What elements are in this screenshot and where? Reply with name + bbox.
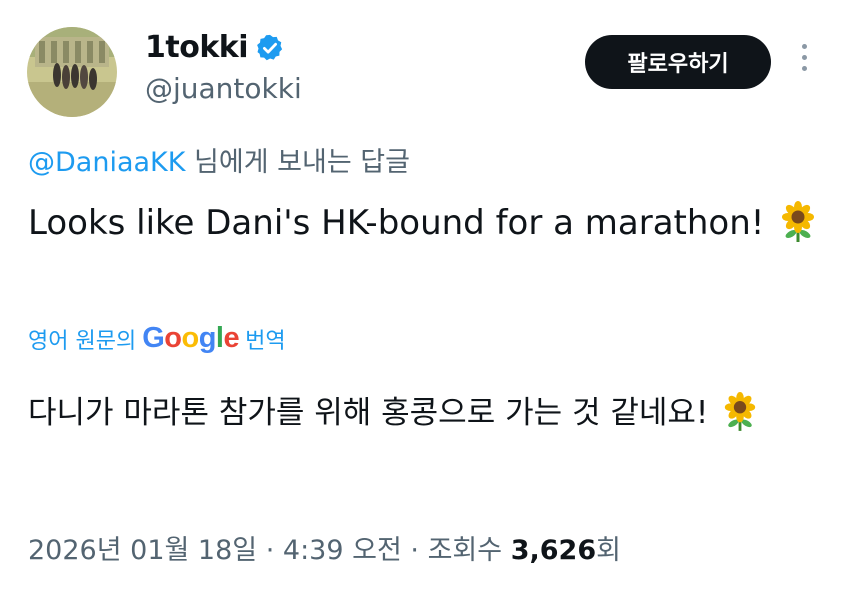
tweet-text: Looks like Dani's HK-bound for a maratho… [28,195,828,259]
google-logo: Google [142,322,240,354]
verified-badge-icon [255,33,285,63]
tweet-meta: 2026년 01월 18일 · 4:39 오전 · 조회수 3,626회 [28,528,621,567]
display-name[interactable]: 1tokki [145,30,249,65]
sunflower-icon [779,200,817,259]
sunflower-icon [722,391,758,450]
tweet-time[interactable]: 4:39 오전 [283,535,402,566]
user-handle[interactable]: @juantokki [145,72,302,105]
tweet-date[interactable]: 2026년 01월 18일 [28,535,257,566]
more-options-icon[interactable] [797,44,811,84]
translation-suffix: 번역 [245,328,286,354]
tweet-body: Looks like Dani's HK-bound for a maratho… [28,203,765,243]
avatar[interactable] [27,27,117,117]
follow-button[interactable]: 팔로우하기 [585,35,771,89]
author-name-row[interactable]: 1tokki [145,30,285,65]
reply-context: @DaniaaKK 님에게 보내는 답글 [28,140,410,179]
meta-separator: · [265,535,275,566]
translated-text: 다니가 마라톤 참가를 위해 홍콩으로 가는 것 같네요! [28,384,828,450]
reply-mention-link[interactable]: @DaniaaKK [28,147,185,178]
translation-attribution[interactable]: 영어 원문의 Google 번역 [28,322,286,355]
reply-suffix: 님에게 보내는 답글 [194,147,410,178]
translation-prefix: 영어 원문의 [28,328,137,354]
views-label: 조회수 [427,535,503,566]
views-count: 3,626 [510,535,597,566]
views-unit: 회 [596,535,621,566]
meta-separator: · [410,535,419,566]
translated-body: 다니가 마라톤 참가를 위해 홍콩으로 가는 것 같네요! [28,395,709,431]
